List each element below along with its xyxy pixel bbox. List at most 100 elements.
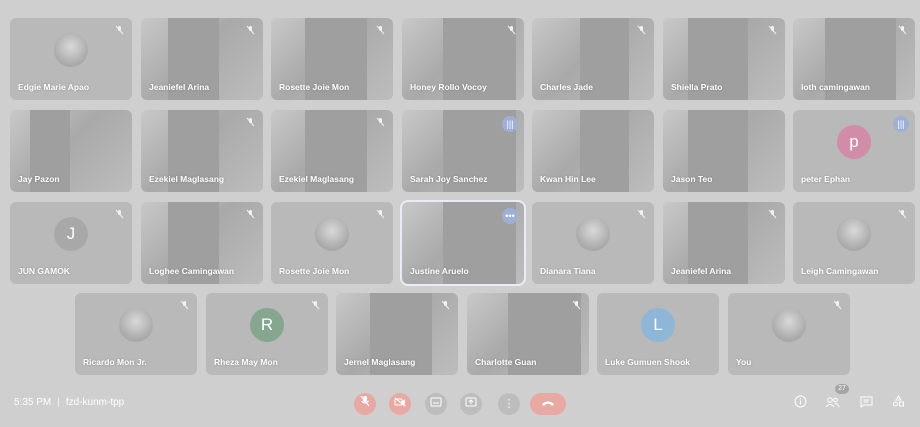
participant-tile[interactable]: Charles Jade: [532, 18, 654, 100]
captions-icon: [430, 397, 442, 410]
muted-mic-icon: [375, 25, 385, 35]
hangup-icon: [541, 398, 555, 410]
meeting-details: 5:35 PM | fzd-kunm-tpp: [14, 397, 124, 408]
participant-row: Edgie Marie Apao Jeaniefel Arina Rosette J…: [0, 18, 920, 100]
participant-tile[interactable]: Ezekiel Maglasang: [271, 110, 393, 192]
microphone-toggle-button[interactable]: [354, 393, 376, 415]
participant-tile[interactable]: Jeaniefel Arina: [663, 202, 785, 284]
participant-name: Rosette Joie Mon: [279, 266, 350, 276]
participant-tile[interactable]: R Rheza May Mon: [206, 293, 328, 375]
participant-name: JUN GAMOK: [18, 266, 70, 276]
participant-name: Honey Rollo Vocoy: [410, 82, 487, 92]
participant-name: Jeaniefel Arina: [149, 82, 210, 92]
muted-mic-icon: [832, 300, 842, 310]
avatar: p: [837, 125, 871, 159]
clock-time: 5:35 PM: [14, 397, 52, 408]
participant-tile[interactable]: ••• Justine Aruelo: [400, 200, 526, 286]
muted-mic-icon: [310, 300, 320, 310]
captions-button[interactable]: [425, 393, 447, 415]
participant-name: loth camingawan: [801, 82, 870, 92]
camera-toggle-button[interactable]: [389, 393, 411, 415]
participant-name: Ezekiel Maglasang: [149, 174, 225, 184]
participant-tile[interactable]: Jeaniefel Arina: [141, 18, 263, 100]
participant-tile[interactable]: Ricardo Mon Jr.: [75, 293, 197, 375]
participant-name: Edgie Marie Apao: [18, 82, 90, 92]
participant-tile[interactable]: J JUN GAMOK: [10, 202, 132, 284]
muted-mic-icon: [636, 209, 646, 219]
participant-tile[interactable]: Charlotte Guan: [467, 293, 589, 375]
muted-mic-icon: [440, 300, 450, 310]
divider: |: [57, 397, 60, 408]
muted-mic-icon: [767, 209, 777, 219]
participant-tile[interactable]: Rosette Joie Mon: [271, 18, 393, 100]
muted-mic-icon: [767, 25, 777, 35]
participant-name: Shiella Prato: [671, 82, 723, 92]
muted-mic-icon: [897, 209, 907, 219]
participant-tile[interactable]: ||| Sarah Joy Sanchez: [402, 110, 524, 192]
participant-row: J JUN GAMOK Loghee Camingawan Rosette Joie …: [0, 200, 920, 286]
participant-name: Charles Jade: [540, 82, 593, 92]
participant-tile[interactable]: Kwan Hin Lee: [532, 110, 654, 192]
more-options-button[interactable]: ⋮: [498, 393, 520, 415]
participant-name: Jeaniefel Arina: [671, 266, 732, 276]
participant-name: Justine Aruelo: [410, 266, 469, 276]
leave-call-button[interactable]: [530, 393, 566, 415]
muted-mic-icon: [245, 25, 255, 35]
participant-tile[interactable]: L Luke Gumuen Shook: [597, 293, 719, 375]
muted-mic-icon: [245, 209, 255, 219]
activities-button[interactable]: [889, 395, 907, 413]
participant-name: You: [736, 357, 752, 367]
participant-tile[interactable]: Loghee Camingawan: [141, 202, 263, 284]
chat-button[interactable]: [857, 395, 875, 413]
participant-tile[interactable]: Jernel Maglasang: [336, 293, 458, 375]
present-now-button[interactable]: [460, 393, 482, 415]
participant-count-badge: 27: [835, 384, 849, 394]
avatar: [772, 308, 806, 342]
muted-mic-icon: [897, 25, 907, 35]
participant-tile[interactable]: Honey Rollo Vocoy: [402, 18, 524, 100]
avatar: [54, 33, 88, 67]
muted-mic-icon: [114, 209, 124, 219]
participant-name: Rosette Joie Mon: [279, 82, 350, 92]
participant-name: Kwan Hin Lee: [540, 174, 596, 184]
participant-tile[interactable]: Edgie Marie Apao: [10, 18, 132, 100]
participant-tile[interactable]: Ezekiel Maglasang: [141, 110, 263, 192]
more-vert-icon: ⋮: [503, 398, 515, 410]
participant-tile[interactable]: Dianara Tiana: [532, 202, 654, 284]
participant-tile[interactable]: Rosette Joie Mon: [271, 202, 393, 284]
participant-name: Rheza May Mon: [214, 357, 278, 367]
camera-off-icon: [394, 397, 406, 410]
speaking-indicator-icon: |||: [893, 116, 909, 132]
meeting-info-button[interactable]: [791, 395, 809, 413]
participant-tile[interactable]: loth camingawan: [793, 18, 915, 100]
muted-mic-icon: [179, 300, 189, 310]
people-icon: [825, 396, 840, 411]
avatar: [119, 308, 153, 342]
participant-tile[interactable]: Leigh Camingawan: [793, 202, 915, 284]
people-button[interactable]: [823, 395, 841, 413]
participant-row: Ricardo Mon Jr. R Rheza May Mon Jernel Magl…: [0, 293, 920, 375]
info-icon: [794, 395, 807, 411]
participant-tile[interactable]: p ||| peter Ephan: [793, 110, 915, 192]
participant-tile[interactable]: Jason Teo: [663, 110, 785, 192]
muted-mic-icon: [375, 117, 385, 127]
meeting-control-bar: 5:35 PM | fzd-kunm-tpp ⋮ 27: [0, 380, 920, 427]
participant-name: Sarah Joy Sanchez: [410, 174, 488, 184]
participant-name: peter Ephan: [801, 174, 851, 184]
participant-name: Ricardo Mon Jr.: [83, 357, 147, 367]
participant-name: Luke Gumuen Shook: [605, 357, 691, 367]
avatar: R: [250, 308, 284, 342]
avatar: [576, 217, 610, 251]
participant-name: Dianara Tiana: [540, 266, 596, 276]
participant-tile[interactable]: Shiella Prato: [663, 18, 785, 100]
participant-tile[interactable]: Jay Pazon: [10, 110, 132, 192]
mic-off-icon: [360, 395, 370, 410]
participant-name: Jason Teo: [671, 174, 713, 184]
more-options-icon[interactable]: •••: [502, 208, 518, 224]
avatar: L: [641, 308, 675, 342]
muted-mic-icon: [636, 25, 646, 35]
participant-tile[interactable]: You: [728, 293, 850, 375]
muted-mic-icon: [571, 300, 581, 310]
activities-icon: [892, 395, 905, 411]
participant-name: Loghee Camingawan: [149, 266, 235, 276]
